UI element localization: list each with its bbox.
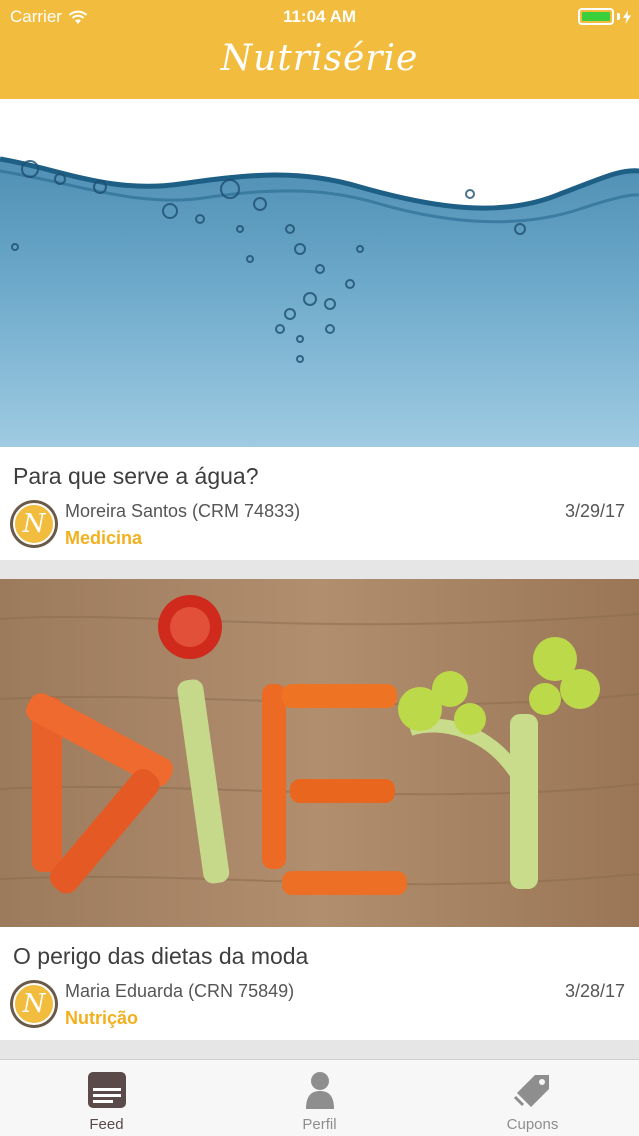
post-info: Para que serve a água? N Moreira Santos … [0,447,639,560]
post-card[interactable]: Para que serve a água? N Moreira Santos … [0,99,639,560]
nutriserie-logo-icon: N [13,503,55,545]
post-date: 3/29/17 [564,501,625,521]
post-info: O perigo das dietas da moda N Maria Edua… [0,927,639,1040]
tab-bar: Feed Perfil Cupons [0,1059,639,1136]
charging-icon [623,9,631,24]
post-title[interactable]: Para que serve a água? [13,463,259,490]
post-card[interactable]: O perigo das dietas da moda N Maria Edua… [0,579,639,1040]
tab-label: Cupons [506,1116,559,1133]
author-avatar: N [10,500,58,548]
header: Carrier 11:04 AM Nutrisérie [0,0,639,99]
clock: 11:04 AM [282,7,357,26]
tab-coupons[interactable]: Cupons [426,1060,639,1136]
post-category: Medicina [65,528,143,548]
battery-icon [578,8,631,25]
status-bar: Carrier 11:04 AM [0,0,639,34]
nutriserie-logo-icon: N [13,983,55,1025]
feed-icon [87,1070,127,1110]
profile-icon [300,1070,340,1110]
tag-icon [513,1070,553,1110]
tab-profile[interactable]: Perfil [213,1060,426,1136]
feed-list[interactable]: Para que serve a água? N Moreira Santos … [0,99,639,1040]
author-avatar: N [10,980,58,1028]
post-image-water[interactable] [0,99,639,447]
post-image-diet[interactable] [0,579,639,927]
post-author: Maria Eduarda (CRN 75849) [65,981,295,1001]
tab-label: Perfil [302,1116,337,1133]
post-title[interactable]: O perigo das dietas da moda [13,943,308,970]
app-title: Nutrisérie [220,38,419,79]
post-date: 3/28/17 [564,981,625,1001]
tab-feed[interactable]: Feed [0,1060,213,1136]
post-author: Moreira Santos (CRM 74833) [65,501,301,521]
post-category: Nutrição [65,1008,139,1028]
tab-label: Feed [89,1116,124,1133]
